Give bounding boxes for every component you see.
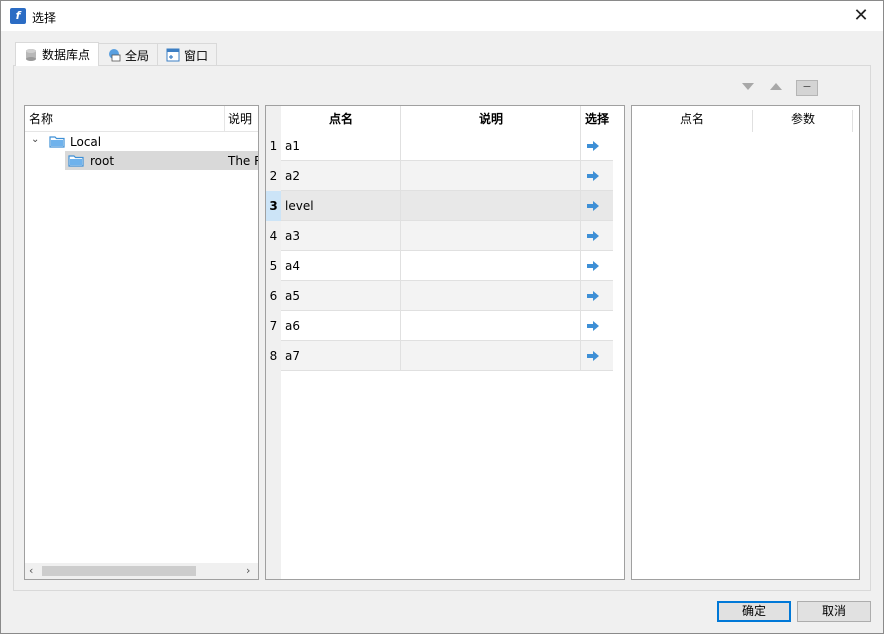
- description-cell[interactable]: [401, 161, 581, 191]
- tab-global[interactable]: 全局: [98, 43, 159, 66]
- arrow-right-icon[interactable]: [587, 351, 599, 361]
- select-cell[interactable]: [581, 191, 613, 221]
- tab-label: 数据库点: [42, 48, 91, 62]
- tree-node-description: The R: [228, 154, 258, 168]
- cancel-button[interactable]: 取消: [797, 601, 871, 622]
- row-number[interactable]: 6: [266, 281, 281, 311]
- tree-panel: 名称 说明 ⌄ Local root The R ‹ ›: [24, 105, 259, 580]
- row-number[interactable]: 3: [266, 191, 281, 221]
- arrow-right-icon[interactable]: [587, 171, 599, 181]
- ok-button[interactable]: 确定: [717, 601, 791, 622]
- description-cell[interactable]: [401, 311, 581, 341]
- select-cell[interactable]: [581, 161, 613, 191]
- arrow-right-icon[interactable]: [587, 321, 599, 331]
- remove-button[interactable]: −: [796, 80, 818, 96]
- title-bar: f 选择 ✕: [1, 1, 883, 31]
- select-cell[interactable]: [581, 281, 613, 311]
- close-button[interactable]: ✕: [841, 1, 881, 31]
- chevron-down-icon[interactable]: ⌄: [31, 134, 39, 145]
- select-cell[interactable]: [581, 221, 613, 251]
- point-name-cell[interactable]: a2: [281, 161, 401, 191]
- database-icon: [26, 48, 36, 61]
- table-row[interactable]: 6 a5: [266, 281, 614, 311]
- row-number[interactable]: 2: [266, 161, 281, 191]
- description-cell[interactable]: [401, 251, 581, 281]
- global-icon: [109, 49, 121, 62]
- table-row[interactable]: 4 a3: [266, 221, 614, 251]
- scrollbar-thumb[interactable]: [42, 566, 196, 576]
- tab-window[interactable]: 窗口: [157, 43, 218, 66]
- folder-icon: [68, 155, 84, 167]
- description-cell[interactable]: [401, 191, 581, 221]
- tab-database-points[interactable]: 数据库点: [15, 42, 100, 66]
- point-name-cell[interactable]: a4: [281, 251, 401, 281]
- tree-column-desc[interactable]: 说明: [228, 106, 252, 132]
- dialog-window: f 选择 ✕ 数据库点 全局 窗口 − 名称 说明 ⌄ Local root T…: [0, 0, 884, 634]
- column-select[interactable]: 选择: [581, 106, 613, 132]
- table-row[interactable]: 8 a7: [266, 341, 614, 371]
- scroll-right-icon[interactable]: ›: [246, 564, 250, 577]
- point-name-cell[interactable]: a3: [281, 221, 401, 251]
- tab-label: 全局: [125, 48, 150, 63]
- table-row[interactable]: 5 a4: [266, 251, 614, 281]
- points-table-panel: 点名 说明 选择 1 a1 2 a2 3 level 4 a3 5 a4 6 a5 7 a6 8 a7: [265, 105, 625, 580]
- table-row[interactable]: 1 a1: [266, 131, 614, 161]
- selected-table-panel: 点名 参数: [631, 105, 860, 580]
- point-name-cell[interactable]: a5: [281, 281, 401, 311]
- arrow-right-icon[interactable]: [587, 261, 599, 271]
- row-number[interactable]: 5: [266, 251, 281, 281]
- arrow-right-icon[interactable]: [587, 231, 599, 241]
- move-down-icon[interactable]: [742, 83, 754, 90]
- move-up-icon[interactable]: [770, 83, 782, 90]
- description-cell[interactable]: [401, 221, 581, 251]
- table-row[interactable]: 7 a6: [266, 311, 614, 341]
- column-point-name[interactable]: 点名: [632, 106, 752, 132]
- point-name-cell[interactable]: a6: [281, 311, 401, 341]
- app-icon: f: [10, 8, 26, 24]
- select-cell[interactable]: [581, 251, 613, 281]
- point-name-cell[interactable]: a7: [281, 341, 401, 371]
- point-name-cell[interactable]: a1: [281, 131, 401, 161]
- arrow-right-icon[interactable]: [587, 141, 599, 151]
- tree-column-name[interactable]: 名称: [29, 106, 53, 132]
- row-number[interactable]: 8: [266, 341, 281, 371]
- description-cell[interactable]: [401, 131, 581, 161]
- column-divider: [224, 106, 225, 132]
- point-name-cell[interactable]: level: [281, 191, 401, 221]
- column-description[interactable]: 说明: [401, 106, 581, 132]
- tree-node-local[interactable]: ⌄ Local: [25, 132, 258, 151]
- table-row[interactable]: 2 a2: [266, 161, 614, 191]
- window-title: 选择: [32, 11, 57, 25]
- tree-node-label: Local: [70, 135, 102, 149]
- arrow-right-icon[interactable]: [587, 201, 599, 211]
- row-number[interactable]: 1: [266, 131, 281, 161]
- folder-icon: [49, 136, 65, 148]
- description-cell[interactable]: [401, 341, 581, 371]
- table-row[interactable]: 3 level: [266, 191, 614, 221]
- row-number[interactable]: 7: [266, 311, 281, 341]
- select-cell[interactable]: [581, 341, 613, 371]
- horizontal-scrollbar[interactable]: ‹ ›: [25, 563, 258, 579]
- scroll-left-icon[interactable]: ‹: [29, 564, 33, 577]
- column-point-name[interactable]: 点名: [281, 106, 401, 132]
- select-cell[interactable]: [581, 131, 613, 161]
- tab-bar: 数据库点 全局 窗口: [15, 42, 218, 66]
- tab-label: 窗口: [184, 48, 209, 63]
- tree-node-root[interactable]: root The R: [65, 151, 258, 170]
- selected-table-header: 点名 参数: [632, 106, 859, 132]
- description-cell[interactable]: [401, 281, 581, 311]
- window-icon: [166, 48, 180, 62]
- arrow-right-icon[interactable]: [587, 291, 599, 301]
- column-parameter[interactable]: 参数: [753, 106, 853, 132]
- column-divider: [852, 110, 853, 132]
- tree-header: 名称 说明: [25, 106, 258, 132]
- tree-node-label: root: [90, 154, 115, 168]
- table-header: 点名 说明 选择: [281, 106, 613, 132]
- select-cell[interactable]: [581, 311, 613, 341]
- row-number[interactable]: 4: [266, 221, 281, 251]
